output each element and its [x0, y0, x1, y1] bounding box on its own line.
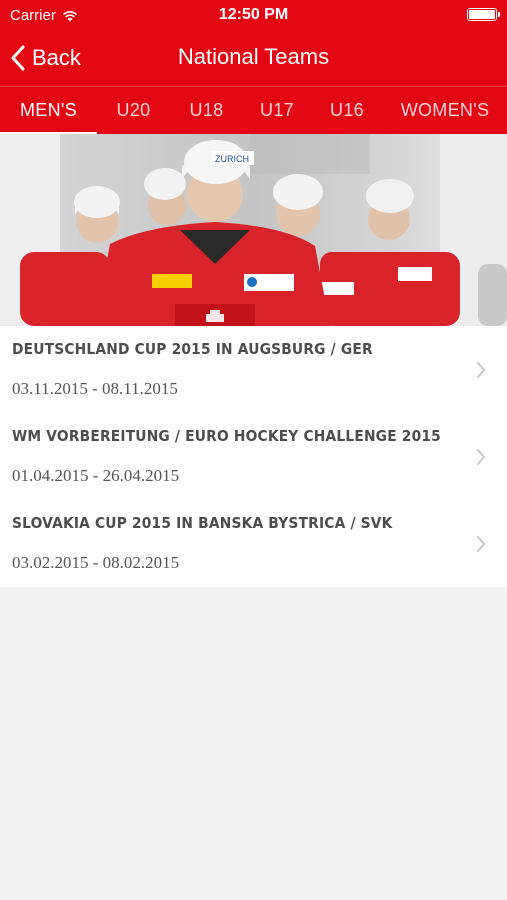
tab-womens-label: WOMEN'S: [400, 100, 490, 120]
tab-mens[interactable]: MEN'S: [0, 87, 97, 135]
back-button[interactable]: Back: [10, 42, 81, 74]
team-tabs: MEN'S U20 U18 U17 U16 WOMEN'S: [0, 86, 507, 135]
back-button-label: Back: [32, 45, 81, 70]
tab-u18[interactable]: U18: [170, 87, 243, 134]
status-bar: Carrier 12:50 PM: [0, 0, 507, 30]
team-hero-image: ZURICH: [0, 134, 507, 326]
tab-u18-label: U18: [189, 100, 224, 120]
tab-mens-label: MEN'S: [20, 100, 77, 120]
event-title: DEUTSCHLAND CUP 2015 IN AUGSBURG / GER: [12, 340, 373, 358]
tab-womens[interactable]: WOMEN'S: [383, 87, 507, 134]
navigation-bar: Back National Teams: [0, 30, 507, 86]
chevron-left-icon: [11, 45, 25, 71]
tab-u17-label: U17: [260, 100, 294, 120]
chevron-right-icon: [477, 536, 485, 552]
event-list: DEUTSCHLAND CUP 2015 IN AUGSBURG / GER 0…: [0, 326, 507, 587]
event-row[interactable]: SLOVAKIA CUP 2015 IN BANSKA BYSTRICA / S…: [0, 500, 507, 587]
tab-u20-label: U20: [116, 100, 151, 120]
event-dates: 03.11.2015 - 08.11.2015: [12, 379, 178, 398]
helmet-sponsor-text: ZURICH: [215, 154, 249, 164]
status-time: 12:50 PM: [218, 6, 289, 23]
event-row[interactable]: WM VORBEREITUNG / EURO HOCKEY CHALLENGE …: [0, 413, 507, 500]
event-dates: 01.04.2015 - 26.04.2015: [12, 466, 180, 485]
event-title: SLOVAKIA CUP 2015 IN BANSKA BYSTRICA / S…: [12, 514, 393, 532]
chevron-right-icon: [477, 362, 485, 378]
chevron-right-icon: [477, 449, 485, 465]
hockey-team-photo: ZURICH: [0, 134, 507, 326]
app-header: Carrier 12:50 PM Back National Teams MEN…: [0, 0, 507, 135]
event-row[interactable]: DEUTSCHLAND CUP 2015 IN AUGSBURG / GER 0…: [0, 326, 507, 413]
tab-u16[interactable]: U16: [311, 87, 383, 134]
tab-u20[interactable]: U20: [97, 87, 170, 134]
event-dates: 03.02.2015 - 08.02.2015: [12, 553, 180, 572]
tab-u16-label: U16: [330, 100, 364, 120]
battery-icon: [467, 8, 500, 21]
tab-u17[interactable]: U17: [243, 87, 311, 134]
event-title: WM VORBEREITUNG / EURO HOCKEY CHALLENGE …: [12, 427, 441, 445]
